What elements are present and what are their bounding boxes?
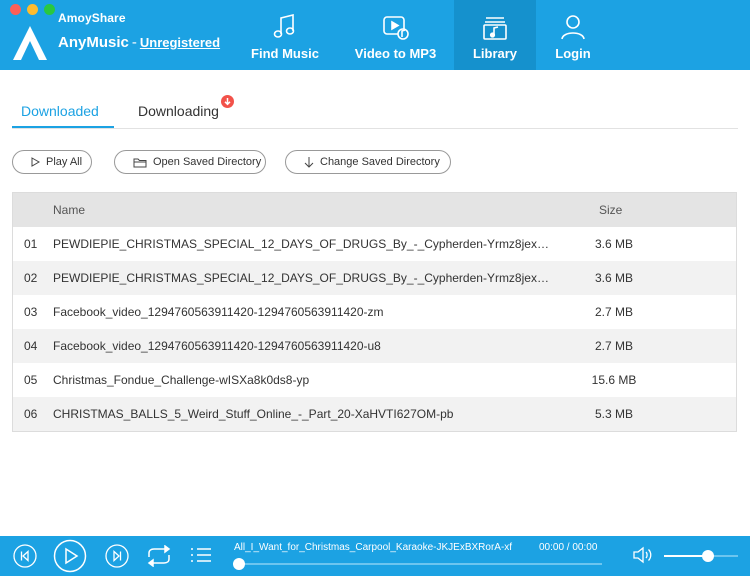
change-saved-directory-button[interactable]: Change Saved Directory [285,150,451,174]
nav-label: Login [555,46,591,61]
music-note-icon [273,14,295,38]
anymusic-logo-icon [13,26,47,60]
row-size: 3.6 MB [594,237,633,251]
downloading-badge [221,95,234,108]
table-row[interactable]: 02 PEWDIEPIE_CHRISTMAS_SPECIAL_12_DAYS_O… [13,261,736,295]
tab-downloaded[interactable]: Downloaded [21,103,99,119]
nav-login[interactable]: Login [536,0,610,70]
row-number: 06 [24,407,38,421]
row-size: 3.6 MB [594,271,633,285]
row-number: 02 [24,271,38,285]
nav-label: Find Music [251,46,319,61]
previous-track-icon[interactable] [13,544,37,568]
nav-find-music[interactable]: Find Music [240,0,330,70]
row-number: 04 [24,339,38,353]
download-arrow-icon [224,98,231,106]
table-row[interactable]: 01 PEWDIEPIE_CHRISTMAS_SPECIAL_12_DAYS_O… [13,227,736,261]
play-all-button[interactable]: Play All [12,150,92,174]
row-number: 01 [24,237,38,251]
brand-separator: - [131,34,137,51]
folder-icon [133,158,147,167]
column-header-name[interactable]: Name [53,203,85,217]
tab-downloading-label: Downloading [138,103,219,119]
table-body: 01 PEWDIEPIE_CHRISTMAS_SPECIAL_12_DAYS_O… [13,227,736,431]
window-controls [10,4,55,15]
playback-progress-bar[interactable] [233,558,602,570]
next-track-icon[interactable] [105,544,129,568]
table-row[interactable]: 06 CHRISTMAS_BALLS_5_Weird_Stuff_Online_… [13,397,736,431]
close-window-button[interactable] [10,4,21,15]
nav-label: Library [472,46,518,61]
row-size: 5.3 MB [594,407,633,421]
repeat-icon[interactable] [146,545,172,567]
row-name: Facebook_video_1294760563911420-12947605… [53,305,384,319]
unregistered-link[interactable]: Unregistered [140,35,220,50]
brand-company: AmoyShare [58,11,126,25]
library-icon [483,17,507,40]
volume-icon[interactable] [632,546,652,564]
row-number: 03 [24,305,38,319]
table-row[interactable]: 03 Facebook_video_1294760563911420-12947… [13,295,736,329]
downloaded-table: Name Size 01 PEWDIEPIE_CHRISTMAS_SPECIAL… [12,192,737,432]
video-to-mp3-icon [382,16,409,40]
row-name: PEWDIEPIE_CHRISTMAS_SPECIAL_12_DAYS_OF_D… [53,237,553,251]
player-bar: All_I_Want_for_Christmas_Carpool_Karaoke… [0,536,750,576]
row-name: Facebook_video_1294760563911420-12947605… [53,339,381,353]
table-row[interactable]: 05 Christmas_Fondue_Challenge-wISXa8k0ds… [13,363,736,397]
open-saved-directory-label: Open Saved Directory [153,156,262,168]
change-saved-directory-label: Change Saved Directory [320,156,440,168]
play-pause-icon[interactable] [53,539,87,573]
user-icon [561,15,585,40]
progress-handle[interactable] [233,558,245,570]
maximize-window-button[interactable] [44,4,55,15]
row-name: PEWDIEPIE_CHRISTMAS_SPECIAL_12_DAYS_OF_D… [53,271,553,285]
tab-downloading[interactable]: Downloading [138,103,219,119]
nav-library[interactable]: Library [454,0,536,70]
nav-label: Video to MP3 [354,46,437,61]
brand: AmoyShare AnyMusic - Unregistered [58,11,220,51]
row-size: 15.6 MB [591,373,637,387]
table-row[interactable]: 04 Facebook_video_1294760563911420-12947… [13,329,736,363]
library-tabs: Downloaded Downloading [12,95,738,129]
app-header: AmoyShare AnyMusic - Unregistered Find Mus… [0,0,750,70]
now-playing-title: All_I_Want_for_Christmas_Carpool_Karaoke… [234,542,513,553]
playback-time: 00:00 / 00:00 [539,542,598,553]
nav-video-to-mp3[interactable]: Video to MP3 [348,0,443,70]
row-size: 2.7 MB [594,305,633,319]
arrow-down-icon [304,157,314,168]
table-header: Name Size [13,193,736,227]
row-name: Christmas_Fondue_Challenge-wISXa8k0ds8-y… [53,373,310,387]
row-name: CHRISTMAS_BALLS_5_Weird_Stuff_Online_-_P… [53,407,454,421]
active-tab-indicator [12,126,114,128]
open-saved-directory-button[interactable]: Open Saved Directory [114,150,266,174]
playlist-icon[interactable] [189,546,213,566]
column-header-size[interactable]: Size [599,203,622,217]
row-size: 2.7 MB [594,339,633,353]
play-icon [31,157,40,167]
brand-app-name: AnyMusic [58,34,129,51]
row-number: 05 [24,373,38,387]
play-all-label: Play All [46,156,83,168]
minimize-window-button[interactable] [27,4,38,15]
volume-handle[interactable] [702,550,715,562]
volume-slider[interactable] [664,550,738,562]
